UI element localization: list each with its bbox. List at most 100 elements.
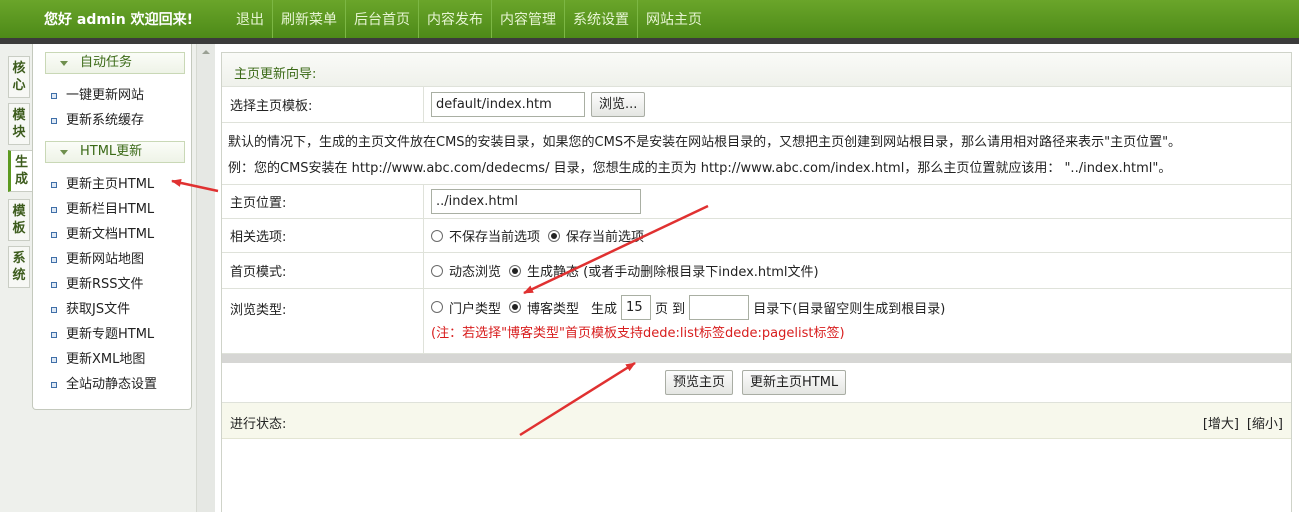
radio-dynamic[interactable] xyxy=(431,264,443,277)
sidebar-item-update-category-html[interactable]: 更新栏目HTML xyxy=(51,200,154,220)
radio-static[interactable] xyxy=(509,264,522,277)
sidebar-item-static-settings[interactable]: 全站动静态设置 xyxy=(51,375,157,395)
main-panel: 主页更新向导: 选择主页模板: 浏览... 默认的情况下，生成的主页文件放在CM… xyxy=(221,52,1292,512)
menu-publish[interactable]: 内容发布 xyxy=(418,0,491,40)
bullet-icon xyxy=(51,207,57,213)
menu-admin-home[interactable]: 后台首页 xyxy=(345,0,418,40)
radio-blog-label: 博客类型 xyxy=(527,301,580,317)
menu-settings[interactable]: 系统设置 xyxy=(564,0,637,40)
template-label: 选择主页模板: xyxy=(222,87,424,122)
browse-type-row: 浏览类型: 门户类型 博客类型 生成 页 到 目录下(目录留空则生成到根目录) … xyxy=(222,289,1291,354)
bullet-icon xyxy=(51,257,57,263)
side-tab-core[interactable]: 核心 xyxy=(8,56,30,98)
position-label: 主页位置: xyxy=(222,185,424,218)
section-divider xyxy=(222,354,1291,363)
sidebar-item-label: 一键更新网站 xyxy=(66,88,145,103)
home-mode-row: 首页模式: 动态浏览 生成静态 (或者手动删除根目录下index.html文件) xyxy=(222,253,1291,289)
sidebar-item-get-js[interactable]: 获取JS文件 xyxy=(51,300,130,320)
sidebar-item-label: 更新系统缓存 xyxy=(66,113,145,128)
sidebar-item-update-site[interactable]: 一键更新网站 xyxy=(51,86,144,106)
bullet-icon xyxy=(51,307,57,313)
scroll-up-icon[interactable] xyxy=(202,50,210,54)
sidebar-item-label: 更新网站地图 xyxy=(66,252,145,267)
status-bar: 进行状态: [增大] [缩小] xyxy=(222,403,1291,439)
welcome-text: 您好 admin 欢迎回来! xyxy=(44,12,193,28)
radio-portal-label: 门户类型 xyxy=(449,301,502,317)
page-to-label: 页 到 xyxy=(655,301,686,317)
wizard-title: 主页更新向导: xyxy=(234,67,317,82)
sidebar-item-label: 更新专题HTML xyxy=(66,327,155,342)
side-tab-templates[interactable]: 模板 xyxy=(8,199,30,241)
dir-hint: 目录下(目录留空则生成到根目录) xyxy=(753,301,946,317)
menu-logout[interactable]: 退出 xyxy=(228,0,272,40)
radio-dont-save[interactable] xyxy=(431,229,443,242)
menu-content-manage[interactable]: 内容管理 xyxy=(491,0,564,40)
group-html-update[interactable]: HTML更新 xyxy=(45,141,185,163)
preview-home-button[interactable]: 预览主页 xyxy=(665,370,734,395)
template-row: 选择主页模板: 浏览... xyxy=(222,87,1291,123)
info-line-1: 默认的情况下，生成的主页文件放在CMS的安装目录，如果您的CMS不是安装在网站根… xyxy=(228,135,1182,150)
menu-refresh[interactable]: 刷新菜单 xyxy=(272,0,345,40)
related-options-row: 相关选项: 不保存当前选项 保存当前选项 xyxy=(222,219,1291,253)
position-input[interactable] xyxy=(431,189,641,214)
radio-dont-save-label: 不保存当前选项 xyxy=(449,230,541,245)
side-tab-modules[interactable]: 模块 xyxy=(8,103,30,145)
side-tab-generate[interactable]: 生成 xyxy=(8,150,32,192)
sidebar-item-label: 更新文档HTML xyxy=(66,227,155,242)
bullet-icon xyxy=(51,332,57,338)
action-buttons-row: 预览主页 更新主页HTML xyxy=(222,363,1291,403)
related-options-cell: 不保存当前选项 保存当前选项 xyxy=(425,219,1291,252)
sidebar-item-update-sitemap[interactable]: 更新网站地图 xyxy=(51,250,144,270)
browse-type-controls: 门户类型 博客类型 生成 页 到 目录下(目录留空则生成到根目录) xyxy=(431,289,945,325)
sidebar-item-label: 获取JS文件 xyxy=(66,302,131,317)
blog-type-note: (注：若选择"博客类型"首页模板支持dede:list标签dede:pageli… xyxy=(431,326,845,341)
generate-label: 生成 xyxy=(591,301,618,317)
sidebar-item-update-cache[interactable]: 更新系统缓存 xyxy=(51,111,144,131)
shrink-link[interactable]: [缩小] xyxy=(1247,413,1283,432)
browse-button[interactable]: 浏览... xyxy=(591,92,646,117)
sidebar-menu: 自动任务 一键更新网站 更新系统缓存 HTML更新 更新主页HTML 更新栏目H… xyxy=(32,44,192,410)
group-auto-tasks[interactable]: 自动任务 xyxy=(45,52,185,74)
template-input[interactable] xyxy=(431,92,585,117)
update-home-html-button[interactable]: 更新主页HTML xyxy=(742,370,847,395)
sidebar-item-update-home-html[interactable]: 更新主页HTML xyxy=(51,175,154,195)
sidebar-item-update-xml-map[interactable]: 更新XML地图 xyxy=(51,350,145,370)
info-line-2: 例：您的CMS安装在 http://www.abc.com/dedecms/ 目… xyxy=(228,161,1172,176)
sidebar-item-update-doc-html[interactable]: 更新文档HTML xyxy=(51,225,154,245)
sidebar-scrollbar[interactable] xyxy=(196,44,215,512)
collapse-triangle-icon xyxy=(60,61,68,66)
radio-portal[interactable] xyxy=(431,301,443,313)
top-menu: 退出 刷新菜单 后台首页 内容发布 内容管理 系统设置 网站主页 xyxy=(228,0,710,40)
top-bar: 您好 admin 欢迎回来! 退出 刷新菜单 后台首页 内容发布 内容管理 系统… xyxy=(0,0,1299,40)
bullet-icon xyxy=(51,282,57,288)
bullet-icon xyxy=(51,93,57,99)
collapse-triangle-icon xyxy=(60,150,68,155)
radio-static-label: 生成静态 (或者手动删除根目录下index.html文件) xyxy=(527,265,819,280)
bullet-icon xyxy=(51,118,57,124)
dir-input[interactable] xyxy=(689,294,750,320)
sidebar-item-update-topic-html[interactable]: 更新专题HTML xyxy=(51,325,154,345)
enlarge-link[interactable]: [增大] xyxy=(1203,413,1239,432)
radio-save-label: 保存当前选项 xyxy=(566,230,645,245)
radio-save[interactable] xyxy=(548,229,561,242)
browse-type-cell: 门户类型 博客类型 生成 页 到 目录下(目录留空则生成到根目录) (注：若选择… xyxy=(425,289,1291,353)
browse-type-label: 浏览类型: xyxy=(222,289,424,353)
related-options-label: 相关选项: xyxy=(222,219,424,252)
radio-dynamic-label: 动态浏览 xyxy=(449,265,502,280)
wizard-header: 主页更新向导: xyxy=(222,53,1291,87)
bullet-icon xyxy=(51,382,57,388)
home-mode-label: 首页模式: xyxy=(222,253,424,288)
sidebar-item-label: 全站动静态设置 xyxy=(66,377,158,392)
group-title: HTML更新 xyxy=(80,144,143,159)
position-row: 主页位置: xyxy=(222,185,1291,219)
side-tab-system[interactable]: 系统 xyxy=(8,246,30,288)
menu-site-home[interactable]: 网站主页 xyxy=(637,0,710,40)
sidebar-item-label: 更新RSS文件 xyxy=(66,277,144,292)
position-value-cell xyxy=(425,185,1291,218)
pages-input[interactable] xyxy=(621,294,652,320)
sidebar-item-label: 更新主页HTML xyxy=(66,177,155,192)
sidebar-item-update-rss[interactable]: 更新RSS文件 xyxy=(51,275,144,295)
sidebar-item-label: 更新XML地图 xyxy=(66,352,146,367)
radio-blog[interactable] xyxy=(509,301,522,313)
info-row: 默认的情况下，生成的主页文件放在CMS的安装目录，如果您的CMS不是安装在网站根… xyxy=(222,123,1291,185)
